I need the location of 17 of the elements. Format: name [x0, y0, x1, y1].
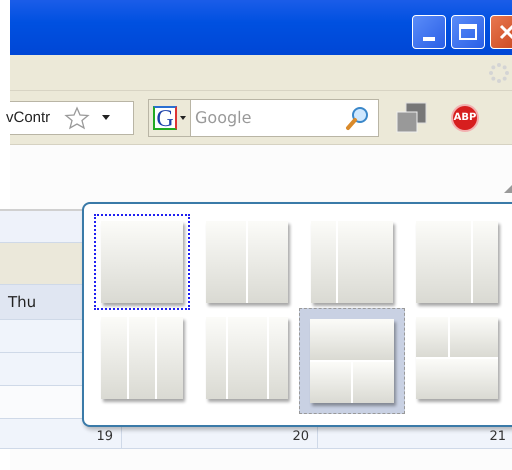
search-engine-logo[interactable]: G [153, 106, 177, 130]
date-cell-text: 21 [488, 428, 507, 446]
loading-icon [488, 62, 510, 84]
day-label: Thu [8, 293, 36, 311]
close-icon[interactable] [498, 22, 512, 40]
date-cell-text: 20 [291, 428, 310, 446]
caret-icon[interactable] [180, 116, 186, 120]
star-icon[interactable] [64, 106, 90, 130]
minimize-button[interactable] [412, 14, 446, 48]
search-bar[interactable]: G Google [148, 98, 379, 136]
layout-option[interactable] [94, 214, 190, 310]
caret-icon[interactable] [102, 115, 110, 120]
maximize-button[interactable] [451, 14, 485, 48]
adblock-icon[interactable]: ABP [451, 104, 479, 132]
search-icon[interactable] [344, 104, 370, 130]
date-cell-text: 19 [95, 428, 114, 446]
resize-corner-icon [504, 185, 512, 193]
